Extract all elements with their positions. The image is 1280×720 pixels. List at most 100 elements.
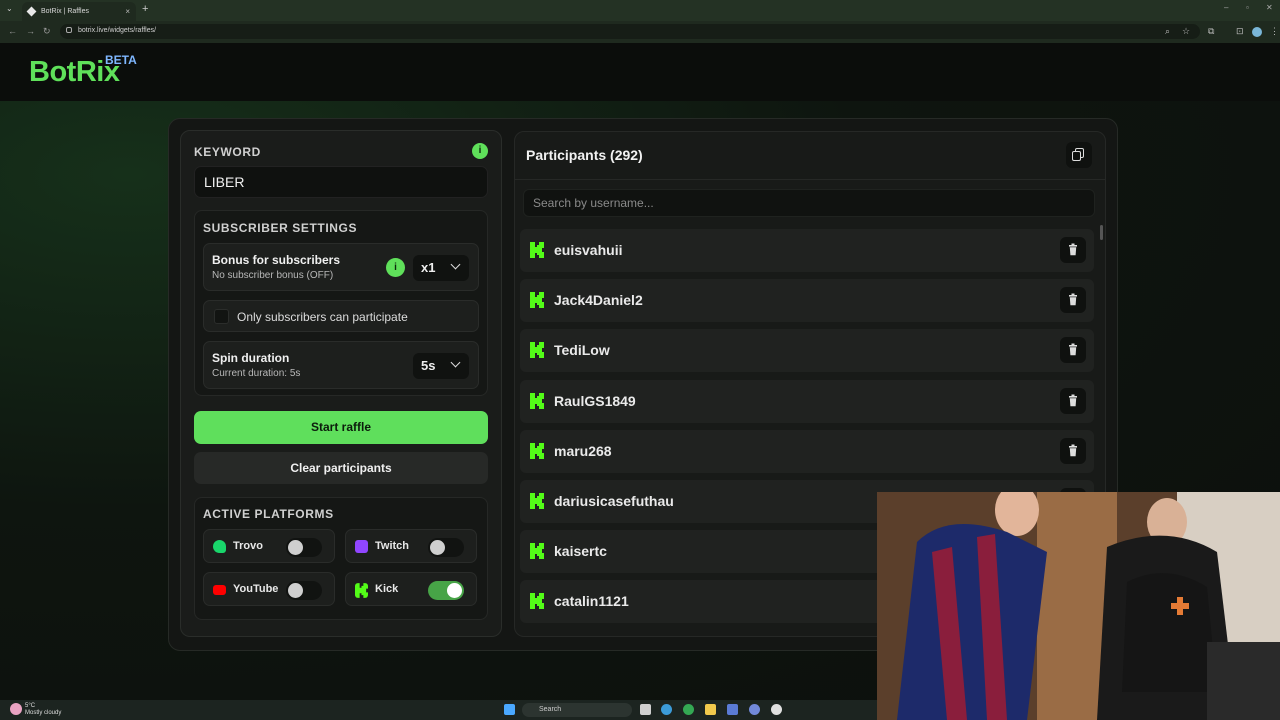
- reload-icon[interactable]: ↻: [43, 26, 51, 37]
- participant-username: TediLow: [554, 342, 610, 359]
- spin-duration-select[interactable]: 5s: [413, 353, 469, 379]
- spin-duration-value: 5s: [421, 358, 436, 373]
- tab-search-icon[interactable]: ⌄: [6, 4, 13, 13]
- participants-divider: [515, 179, 1105, 180]
- taskbar-search-label: Search: [539, 706, 562, 713]
- platform-twitch: Twitch: [345, 529, 477, 563]
- keyword-input[interactable]: [194, 166, 488, 198]
- participant-username: Jack4Daniel2: [554, 292, 643, 309]
- participant-username: catalin1121: [554, 593, 629, 610]
- chrome-icon[interactable]: [683, 704, 694, 715]
- platform-name: YouTube: [233, 583, 279, 595]
- chevron-down-icon: [450, 357, 461, 368]
- trash-icon: [1069, 243, 1077, 256]
- weather-widget[interactable]: 5°C Mostly cloudy: [25, 703, 61, 717]
- browser-tab[interactable]: BotRix | Raffles ×: [22, 2, 136, 21]
- only-subscribers-row[interactable]: Only subscribers can participate: [203, 300, 479, 332]
- only-subscribers-checkbox[interactable]: [214, 309, 229, 324]
- participant-row: maru268: [520, 429, 1094, 473]
- kick-icon: [530, 292, 544, 309]
- window-close-icon[interactable]: ✕: [1266, 3, 1273, 12]
- participants-scrollbar[interactable]: [1100, 225, 1103, 240]
- kick-icon: [530, 392, 544, 409]
- copy-participants-button[interactable]: [1066, 142, 1092, 168]
- keyword-label: KEYWORD: [194, 145, 261, 159]
- extensions-icon[interactable]: ⧉: [1208, 26, 1214, 37]
- weather-temp: 5°C: [25, 703, 36, 709]
- url-text: botrix.live/widgets/raffles/: [78, 27, 157, 34]
- bonus-multiplier-select[interactable]: x1: [413, 255, 469, 281]
- profile-avatar[interactable]: [1252, 27, 1262, 37]
- kick-icon: [530, 543, 544, 560]
- new-tab-button[interactable]: +: [142, 3, 148, 15]
- platform-youtube: YouTube: [203, 572, 335, 606]
- kick-icon: [530, 442, 544, 459]
- kick-icon: [530, 342, 544, 359]
- keyword-info-icon[interactable]: i: [472, 143, 488, 159]
- bonus-info-icon[interactable]: i: [386, 258, 405, 277]
- copilot-icon[interactable]: [661, 704, 672, 715]
- url-field[interactable]: botrix.live/widgets/raffles/: [60, 24, 1200, 39]
- windows-start-icon[interactable]: [504, 704, 515, 715]
- minimize-icon[interactable]: –: [1224, 3, 1228, 12]
- remove-participant-button[interactable]: [1060, 337, 1086, 364]
- maximize-icon[interactable]: ▫: [1246, 3, 1249, 12]
- participant-search-input[interactable]: [523, 189, 1095, 217]
- kick-icon: [530, 493, 544, 509]
- taskbar-app-icon[interactable]: [727, 704, 738, 715]
- participant-username: kaisertc: [554, 543, 607, 560]
- youtube-toggle[interactable]: [286, 581, 322, 600]
- file-explorer-icon[interactable]: [705, 704, 716, 715]
- participant-row: TediLow: [520, 329, 1094, 373]
- obs-icon[interactable]: [771, 704, 782, 715]
- start-raffle-button[interactable]: Start raffle: [194, 411, 488, 444]
- browser-menu-icon[interactable]: ⋮: [1270, 26, 1279, 37]
- twitch-icon: [355, 540, 368, 553]
- tab-title: BotRix | Raffles: [41, 8, 89, 15]
- platform-name: Kick: [375, 583, 399, 595]
- bookmark-star-icon[interactable]: ☆: [1182, 26, 1190, 37]
- webcam-overlay: [877, 492, 1280, 720]
- spin-duration-title: Spin duration: [212, 351, 290, 365]
- subscriber-bonus-row: Bonus for subscribers No subscriber bonu…: [203, 243, 479, 291]
- weather-desc: Mostly cloudy: [25, 710, 62, 716]
- forward-icon[interactable]: →: [26, 26, 35, 36]
- remove-participant-button[interactable]: [1060, 237, 1086, 263]
- kick-toggle[interactable]: [428, 581, 464, 600]
- platform-name: Trovo: [233, 540, 263, 552]
- trovo-toggle[interactable]: [286, 538, 322, 557]
- taskbar-search[interactable]: Search: [522, 703, 632, 717]
- bonus-multiplier-value: x1: [421, 260, 436, 275]
- remove-participant-button[interactable]: [1060, 437, 1086, 464]
- trash-icon: [1069, 293, 1077, 306]
- remove-participant-button[interactable]: [1060, 387, 1086, 414]
- remove-participant-button[interactable]: [1060, 287, 1086, 314]
- webcam-video: [877, 492, 1280, 720]
- subscriber-settings-label: SUBSCRIBER SETTINGS: [203, 221, 358, 235]
- windows-taskbar: [0, 700, 877, 720]
- only-subscribers-label: Only subscribers can participate: [237, 310, 408, 324]
- back-icon[interactable]: ←: [8, 26, 17, 36]
- clear-participants-button[interactable]: Clear participants: [194, 452, 488, 484]
- participant-row: euisvahuii: [520, 229, 1094, 272]
- participant-username: dariusicasefuthau: [554, 493, 674, 509]
- participant-row: Jack4Daniel2: [520, 279, 1094, 323]
- site-info-icon[interactable]: [66, 27, 72, 33]
- beta-badge: BETA: [105, 53, 137, 67]
- trash-icon: [1069, 394, 1077, 406]
- extension-icon[interactable]: ⊡: [1236, 26, 1244, 37]
- tab-close-icon[interactable]: ×: [125, 7, 130, 16]
- spin-duration-subtitle: Current duration: 5s: [212, 368, 301, 379]
- twitch-toggle[interactable]: [428, 538, 464, 557]
- spin-duration-row: Spin duration Current duration: 5s 5s: [203, 341, 479, 389]
- platform-kick: Kick: [345, 572, 477, 606]
- zoom-icon[interactable]: ⌕: [1165, 26, 1170, 37]
- trovo-icon: [213, 540, 226, 553]
- task-view-icon[interactable]: [640, 704, 651, 715]
- platform-name: Twitch: [375, 540, 410, 552]
- weather-icon[interactable]: [10, 703, 22, 715]
- discord-icon[interactable]: [749, 704, 760, 715]
- chevron-down-icon: [450, 259, 461, 270]
- bonus-title: Bonus for subscribers: [212, 253, 341, 267]
- trash-icon: [1069, 444, 1077, 456]
